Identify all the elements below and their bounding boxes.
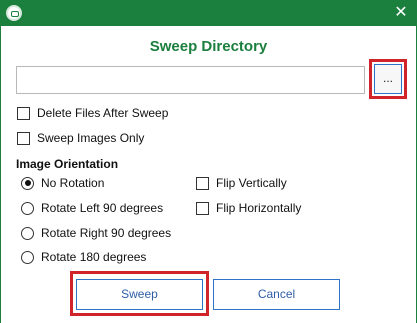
flip-horizontally-checkbox-row[interactable]: Flip Horizontally: [196, 199, 301, 217]
flip-vertically-checkbox[interactable]: [196, 176, 209, 190]
radio-rotate-left-label: Rotate Left 90 degrees: [41, 201, 164, 215]
radio-no-rotation[interactable]: [21, 176, 34, 190]
radio-no-rotation-row[interactable]: No Rotation: [21, 174, 104, 192]
close-icon[interactable]: ✕: [385, 0, 417, 26]
radio-no-rotation-label: No Rotation: [41, 176, 105, 190]
flip-horizontally-checkbox[interactable]: [196, 201, 209, 215]
delete-files-checkbox-row[interactable]: Delete Files After Sweep: [17, 104, 168, 122]
delete-files-label: Delete Files After Sweep: [37, 106, 169, 120]
radio-rotate-left[interactable]: [21, 201, 34, 215]
flip-vertically-label: Flip Vertically: [216, 176, 287, 190]
delete-files-checkbox[interactable]: [17, 106, 30, 120]
image-orientation-label: Image Orientation: [16, 157, 119, 171]
radio-rotate-180-row[interactable]: Rotate 180 degrees: [21, 248, 146, 266]
radio-rotate-180[interactable]: [21, 250, 34, 264]
radio-rotate-right[interactable]: [21, 226, 34, 240]
radio-rotate-180-label: Rotate 180 degrees: [41, 250, 147, 264]
flip-vertically-checkbox-row[interactable]: Flip Vertically: [196, 174, 287, 192]
flip-horizontally-label: Flip Horizontally: [216, 201, 302, 215]
app-logo-icon: [6, 5, 22, 21]
radio-rotate-right-label: Rotate Right 90 degrees: [41, 226, 172, 240]
sweep-images-only-label: Sweep Images Only: [37, 131, 145, 145]
title-bar: ✕: [0, 0, 417, 26]
sweep-images-only-checkbox-row[interactable]: Sweep Images Only: [17, 129, 144, 147]
radio-rotate-left-row[interactable]: Rotate Left 90 degrees: [21, 199, 163, 217]
sweep-button[interactable]: Sweep: [76, 279, 203, 310]
directory-input[interactable]: [16, 66, 365, 94]
radio-rotate-right-row[interactable]: Rotate Right 90 degrees: [21, 224, 171, 242]
browse-button[interactable]: ...: [374, 64, 402, 94]
cancel-button[interactable]: Cancel: [213, 279, 340, 310]
sweep-images-only-checkbox[interactable]: [17, 131, 30, 145]
dialog-heading: Sweep Directory: [149, 38, 268, 55]
